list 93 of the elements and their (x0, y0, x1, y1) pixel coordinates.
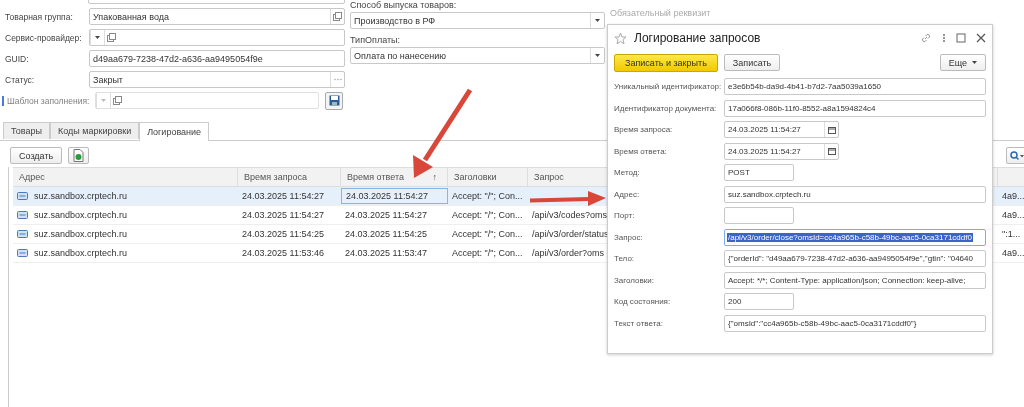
input-field[interactable]: {"orderId": "d49aa679-7238-47d2-a636-aa9495054f9e","gtin": "04640 (724, 250, 986, 267)
table-cell: 24.03.2025 11:54:27 (346, 191, 428, 201)
table-cell: suz.sandbox.crptech.ru (34, 210, 128, 220)
input-field[interactable]: Accept: */*; Content-Type: application/json; Connection: keep-alive; (724, 271, 986, 289)
table-cell: 24.03.2025 11:53:47 (345, 248, 427, 258)
column-header[interactable]: Время ответа (347, 172, 404, 182)
input-field[interactable]: {"omsId":"cc4a965b-c58b-49bc-aac5-0ca3171cddf0"} (724, 314, 986, 332)
field-label: Шаблон заполнения: (2, 95, 93, 106)
open-icon[interactable] (330, 9, 344, 24)
export-icon[interactable] (68, 147, 90, 164)
input-field[interactable]: d49aa679-7238-47d2-a636-aa9495054f9e (89, 50, 345, 67)
choice-icon[interactable] (330, 72, 344, 87)
field-label: Код состояния: (614, 297, 672, 306)
more-icon[interactable] (942, 32, 946, 44)
link-icon[interactable] (920, 32, 932, 44)
column-header[interactable]: Время запроса (244, 172, 308, 182)
field-label: Порт: (614, 211, 636, 220)
field-label: GUID: (5, 53, 30, 64)
table-cell: Accept: "/"; Con... (452, 229, 523, 239)
table-cell: /api/v3/order/status (532, 229, 609, 239)
table-cell: 4a9... (1002, 191, 1024, 201)
sort-arrow: ↑ (432, 172, 437, 182)
required-note: Обязательный реквизит (610, 8, 711, 19)
field-label: Текст ответа: (614, 318, 664, 328)
column-header[interactable]: Адрес (19, 172, 45, 182)
input-field[interactable]: POST (724, 164, 794, 181)
table-cell: 24.03.2025 11:54:25 (345, 229, 427, 239)
field-label: Сервис-провайдер: (5, 32, 83, 43)
table-cell: /api/v3/order?oms (532, 248, 605, 258)
star-icon[interactable] (614, 31, 627, 45)
caret-icon (972, 61, 977, 64)
link-icon (17, 230, 28, 238)
table-cell: 24.03.2025 11:53:46 (242, 248, 324, 258)
more-button[interactable]: Еще (939, 54, 986, 71)
table-cell: suz.sandbox.crptech.ru (34, 191, 128, 201)
dialog-title: Логирование запросов (634, 31, 761, 45)
table-cell: suz.sandbox.crptech.ru (34, 248, 128, 258)
save-and-close-button[interactable]: Записать и закрыть (614, 54, 718, 72)
field-label: Способ выпуска товаров: (350, 0, 458, 12)
column-header[interactable]: Запрос (534, 172, 564, 182)
input-field[interactable] (724, 207, 794, 224)
tab[interactable]: Коды маркировки (49, 122, 140, 139)
input-field[interactable]: e3e6b54b-da9d-4b41-b7d2-7aa5039a1650 (724, 78, 986, 95)
close-icon[interactable] (976, 33, 986, 43)
search-icon[interactable] (1006, 147, 1024, 164)
input-field[interactable]: 24.03.2025 11:54:27 (724, 142, 839, 160)
table-cell: 24.03.2025 11:54:27 (242, 210, 324, 220)
table-cell: suz.sandbox.crptech.ru (34, 229, 128, 239)
dropdown-field[interactable]: Оплата по нанесению (350, 47, 605, 64)
field-label: Тело: (614, 254, 636, 263)
field-label: Товарная группа: (5, 11, 74, 22)
table-cell: 24.03.2025 11:54:27 (345, 210, 427, 220)
link-icon (17, 192, 28, 200)
column-header[interactable]: Заголовки (454, 172, 497, 182)
table-cell: 24.03.2025 11:54:25 (242, 229, 324, 239)
open-icon[interactable] (104, 30, 118, 45)
table-cell: Accept: "/"; Con... (452, 191, 523, 201)
input-field[interactable]: Закрыт (89, 71, 345, 88)
field-label: ТипОплаты: (350, 35, 402, 47)
calendar-icon[interactable] (824, 122, 838, 137)
field-label: Уникальный идентификатор: (614, 82, 723, 91)
table-cell: Accept: "/"; Con... (452, 248, 523, 258)
field-label: Статус: (5, 74, 36, 85)
table-cell: 24.03.2025 11:54:27 (242, 191, 324, 201)
field-label: Время ответа: (614, 146, 668, 156)
input-field[interactable] (89, 29, 345, 46)
input-field[interactable]: 24.03.2025 11:54:27 (724, 121, 839, 138)
tab[interactable]: Товары (3, 122, 50, 139)
table-cell: /api/v3/codes?oms (532, 210, 608, 220)
field-label: Запрос: (614, 232, 644, 242)
table-cell: 4a9... (1002, 248, 1024, 258)
input-field[interactable]: Упакованная вода (89, 8, 345, 25)
save-button[interactable]: Записать (723, 54, 781, 71)
table-cell: ":1... (1002, 229, 1021, 239)
input-field[interactable]: /api/v3/order/close?omsId=cc4a965b-c58b-49bc-aac5-0ca3171cddf0 (724, 228, 986, 246)
create-button[interactable]: Создать (10, 147, 63, 164)
input-field[interactable]: 200 (724, 293, 794, 310)
table-cell: Accept: "/"; Con... (452, 210, 523, 220)
field-label: Адрес: (614, 189, 641, 199)
field-label: Время запроса: (614, 125, 674, 134)
field-label: Метод: (614, 168, 641, 177)
link-icon (17, 249, 28, 257)
field-label: Идентификатор документа: (614, 103, 718, 113)
dropdown-field[interactable]: Производство в РФ (350, 12, 605, 29)
link-icon (17, 211, 28, 219)
input-field[interactable]: 17a066f8-086b-11f0-8552-a8a1594824c4 (724, 99, 986, 117)
save-icon[interactable] (325, 91, 343, 110)
table-cell: 4a9... (1002, 210, 1024, 220)
field-label: Заголовки: (614, 275, 655, 285)
calendar-icon[interactable] (824, 143, 838, 159)
maximize-icon[interactable] (956, 33, 966, 43)
input-field[interactable]: suz.sandbox.crptech.ru (724, 185, 986, 203)
tab[interactable]: Логирование (139, 122, 210, 141)
